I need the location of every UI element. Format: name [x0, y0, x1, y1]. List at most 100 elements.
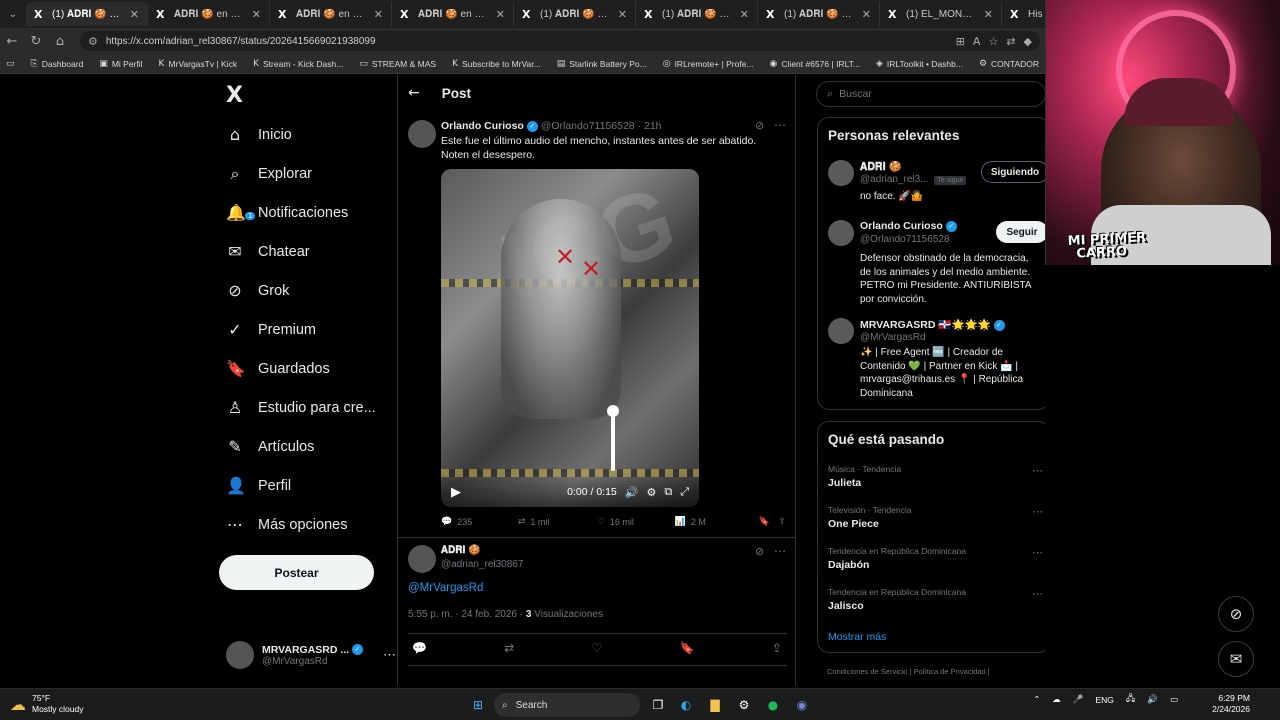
nav-item[interactable]: 🔔 1 Notificaciones — [218, 193, 394, 232]
footer-links[interactable]: Condiciones de Servicio | Política de Pr… — [827, 667, 990, 676]
grok-icon[interactable]: ⊘ — [755, 545, 764, 558]
close-tab-icon[interactable]: ✕ — [618, 8, 627, 21]
extension-icon[interactable]: ◆ — [1024, 35, 1032, 48]
repost-icon[interactable]: ⇄ — [504, 641, 514, 655]
nav-item[interactable]: ⌂ Inicio — [218, 115, 394, 154]
messages-float-icon[interactable]: ✉ — [1218, 641, 1254, 677]
bookmark-item[interactable]: ◈ IRLToolkit • Dashb... — [876, 59, 963, 69]
nav-item[interactable]: ✓ Premium — [218, 310, 394, 349]
grok-icon[interactable]: ⊘ — [755, 119, 764, 132]
install-app-icon[interactable]: ⊞ — [956, 35, 965, 48]
trend-item[interactable]: Música · Tendencia Julieta ⋯ — [828, 464, 1043, 489]
trend-item[interactable]: Tendencia en República Dominicana Jalisc… — [828, 587, 1043, 612]
reply-icon[interactable]: 💬 — [412, 641, 427, 655]
fullscreen-icon[interactable]: ⤢ — [680, 485, 689, 499]
share-icon[interactable]: ⇪ — [772, 641, 782, 655]
start-icon[interactable]: ⊞ — [468, 695, 488, 715]
post-time[interactable]: · 21h — [638, 120, 662, 132]
reply-date[interactable]: 5:55 p. m. · 24 feb. 2026 · — [408, 609, 523, 620]
close-tab-icon[interactable]: ✕ — [984, 8, 993, 21]
show-more-link[interactable]: Mostrar más — [828, 631, 886, 643]
back-icon[interactable]: ← — [0, 34, 24, 49]
cloud-icon[interactable]: ☁ — [1052, 695, 1061, 705]
home-browser-icon[interactable]: ⌂ — [48, 34, 72, 49]
reply-handle[interactable]: @adrian_rel30867 — [441, 559, 523, 570]
edge-icon[interactable]: ◐ — [676, 695, 696, 715]
trend-more-icon[interactable]: ⋯ — [1032, 464, 1043, 477]
nav-item[interactable]: ♙ Estudio para cre... — [218, 388, 394, 427]
bookmark-item[interactable]: K Subscribe to MrVar... — [452, 59, 541, 69]
browser-tab[interactable]: X 𝐀𝐃𝐑𝐈 🍪 en X: "@Bogota ✕ — [392, 2, 514, 26]
nav-item[interactable]: ⋯ Más opciones — [218, 505, 394, 544]
nav-item[interactable]: ⌕ Explorar — [218, 154, 394, 193]
trend-item[interactable]: Televisión · Tendencia One Piece ⋯ — [828, 505, 1043, 530]
play-icon[interactable]: ▶ — [451, 485, 461, 500]
volume-icon[interactable]: 🔊 — [1147, 695, 1158, 705]
tab-menu-icon[interactable]: ⌄ — [0, 2, 26, 26]
trend-more-icon[interactable]: ⋯ — [1032, 505, 1043, 518]
bookmark-item[interactable]: ▣ Mi Perfil — [99, 59, 142, 69]
bookmark-item[interactable]: K MrVargasTv | Kick — [159, 59, 238, 69]
back-arrow-icon[interactable]: ← — [408, 85, 420, 101]
url-field[interactable]: ⚙ https://x.com/adrian_rel30867/status/2… — [80, 31, 1040, 51]
author-name[interactable]: Orlando Curioso — [441, 120, 524, 132]
tray-chevron-icon[interactable]: ⌃ — [1033, 695, 1040, 705]
clock[interactable]: 6:29 PM 2/24/2026 — [1212, 693, 1250, 715]
browser-tab[interactable]: X 𝐀𝐃𝐑𝐈 🍪 en X: "@xavigon ✕ — [148, 2, 270, 26]
post-button[interactable]: Postear — [219, 555, 374, 590]
more-icon[interactable]: ⋯ — [383, 647, 396, 663]
share-icon[interactable]: ⇪ — [778, 517, 786, 527]
close-tab-icon[interactable]: ✕ — [130, 8, 139, 21]
volume-knob[interactable] — [607, 405, 619, 417]
favorite-star-icon[interactable]: ☆ — [988, 35, 998, 48]
x-logo[interactable]: X — [218, 75, 394, 115]
bookmark-icon[interactable]: 🔖 — [758, 517, 778, 527]
language-indicator[interactable]: ENG — [1095, 695, 1113, 705]
volume-icon[interactable]: 🔊 — [625, 486, 639, 499]
bookmark-item[interactable]: ⚙ CONTADOR — [979, 59, 1039, 69]
nav-item[interactable]: ⊘ Grok — [218, 271, 394, 310]
picture-in-picture-icon[interactable]: ⧉ — [664, 485, 672, 499]
close-tab-icon[interactable]: ✕ — [252, 8, 261, 21]
nav-item[interactable]: 👤 Perfil — [218, 466, 394, 505]
nav-item[interactable]: ✎ Artículos — [218, 427, 394, 466]
close-tab-icon[interactable]: ✕ — [496, 8, 505, 21]
following-button[interactable]: Siguiendo — [981, 161, 1049, 183]
weather-widget[interactable]: ☁ 75°F Mostly cloudy — [10, 693, 84, 715]
settings-gear-icon[interactable]: ⚙ — [646, 486, 656, 499]
browser-tab[interactable]: X (1) 𝐀𝐃𝐑𝐈 🍪 en X: "@Shad ✕ — [758, 2, 880, 26]
reply-button[interactable]: 💬 235 — [441, 517, 518, 527]
browser-tab[interactable]: X 𝐀𝐃𝐑𝐈 🍪 en X: "@Trump_I ✕ — [270, 2, 392, 26]
volume-slider[interactable] — [611, 409, 615, 471]
author-avatar[interactable] — [408, 120, 436, 148]
like-button[interactable]: ♡ 16 mil — [597, 517, 675, 527]
views-button[interactable]: 📊 2 M — [675, 517, 759, 527]
repost-button[interactable]: ⇄ 1 mil — [518, 517, 597, 527]
search-input[interactable]: ⌕ Buscar — [816, 81, 1046, 107]
bookmark-item[interactable]: ▤ Starlink Battery Po... — [557, 59, 647, 69]
like-icon[interactable]: ♡ — [592, 641, 603, 655]
reply-avatar[interactable] — [408, 545, 436, 573]
close-tab-icon[interactable]: ✕ — [862, 8, 871, 21]
split-screen-icon[interactable]: ⇄ — [1006, 35, 1015, 48]
browser-tab[interactable]: X (1) 𝐀𝐃𝐑𝐈 🍪 en X: "@MrVa ✕ — [514, 2, 636, 26]
bookmark-item[interactable]: ⎘ Dashboard — [31, 59, 84, 69]
nav-item[interactable]: 🔖 Guardados — [218, 349, 394, 388]
trend-more-icon[interactable]: ⋯ — [1032, 587, 1043, 600]
browser-tab[interactable]: XHis✕ — [1002, 2, 1045, 26]
browser-tab[interactable]: X (1) 𝐀𝐃𝐑𝐈 🍪 en X: "@Tend ✕ — [636, 2, 758, 26]
bookmark-icon[interactable]: 🔖 — [680, 641, 695, 655]
trend-item[interactable]: Tendencia en República Dominicana Dajabó… — [828, 546, 1043, 571]
taskbar-search[interactable]: ⌕ Search — [494, 693, 640, 717]
task-view-icon[interactable]: ❐ — [648, 695, 668, 715]
site-info-icon[interactable]: ⚙ — [88, 35, 98, 48]
bookmark-item[interactable]: ▭ STREAM & MAS — [359, 59, 436, 69]
discord-icon[interactable]: ◉ — [792, 695, 812, 715]
bookmark-item[interactable]: K Stream - Kick Dash... — [253, 59, 343, 69]
network-icon[interactable]: 🖧 — [1126, 693, 1135, 707]
video-player[interactable]: ICG ✕ ✕ ▶ 0:00 / 0:15 🔊 ⚙ ⧉ ⤢ — [441, 169, 699, 507]
reply-mention[interactable]: @MrVargasRd — [408, 582, 483, 594]
read-aloud-icon[interactable]: A — [973, 35, 981, 48]
bookmark-item[interactable]: ◉ Client #6576 | IRLT... — [770, 59, 860, 69]
account-switcher[interactable]: MRVARGASRD ... ✓ @MrVargasRd ⋯ — [226, 635, 396, 675]
